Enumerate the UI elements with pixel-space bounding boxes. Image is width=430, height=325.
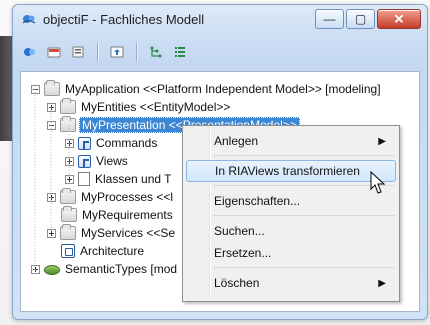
title-bar: objectiF - Fachliches Modell — ▢ ✕	[13, 5, 427, 33]
list-view-button[interactable]	[171, 43, 189, 61]
commands-icon	[78, 136, 91, 150]
tree-item-label: MyProcesses <<l	[81, 190, 174, 204]
folder-icon	[44, 80, 60, 96]
list-view-icon	[175, 47, 185, 57]
properties-icon	[72, 46, 84, 58]
close-button[interactable]: ✕	[377, 9, 421, 29]
properties-button[interactable]	[69, 43, 87, 61]
tree-item-myprocesses[interactable]: MyProcesses <<l	[47, 188, 173, 206]
window-controls: — ▢ ✕	[315, 9, 421, 29]
toolbar	[21, 40, 189, 64]
folder-icon	[60, 188, 76, 204]
class-icon	[78, 172, 90, 186]
refresh-icon	[24, 48, 35, 56]
submenu-arrow-icon: ▶	[378, 135, 386, 147]
app-icon	[21, 11, 37, 27]
menu-separator	[213, 215, 395, 216]
expand-icon[interactable]	[65, 174, 74, 184]
expand-icon[interactable]	[31, 264, 40, 274]
tree-view-button[interactable]	[147, 43, 165, 61]
folder-icon	[60, 116, 76, 132]
semantic-types-icon	[44, 265, 60, 275]
tree-item-myrequirements[interactable]: MyRequirements	[61, 206, 173, 224]
menu-item-label: Löschen	[214, 276, 260, 290]
card-button[interactable]	[45, 43, 63, 61]
menu-item-suchen[interactable]: Suchen...	[186, 220, 396, 242]
tree-view-icon	[150, 46, 162, 58]
menu-item-in-riaviews-transformieren[interactable]: In RIAViews transformieren	[186, 160, 396, 182]
expand-icon[interactable]	[47, 192, 56, 202]
context-menu: Anlegen ▶ In RIAViews transformieren Eig…	[182, 125, 400, 302]
menu-item-label: Anlegen	[214, 134, 259, 148]
tree-item-label: Architecture	[80, 244, 145, 258]
window-title: objectiF - Fachliches Modell	[43, 11, 205, 27]
menu-separator	[213, 185, 395, 186]
tree-item-semantictypes[interactable]: SemanticTypes [mod	[31, 260, 177, 278]
menu-item-eigenschaften[interactable]: Eigenschaften...	[186, 190, 396, 212]
expand-icon[interactable]	[65, 138, 74, 148]
refresh-button[interactable]	[21, 43, 39, 61]
expand-icon[interactable]	[47, 228, 56, 238]
menu-separator	[213, 267, 395, 268]
folder-icon	[61, 206, 77, 222]
card-icon	[47, 47, 61, 58]
maximize-button[interactable]: ▢	[346, 9, 375, 29]
views-icon	[78, 154, 91, 168]
tree-item-architecture[interactable]: Architecture	[61, 242, 144, 260]
tree-item-label: MyApplication <<Platform Independent Mod…	[65, 82, 381, 96]
tree-item-label: MyEntities <<EntityModel>>	[81, 100, 231, 114]
tree-item-label: Views	[96, 154, 128, 168]
tree-item-myapplication[interactable]: MyApplication <<Platform Independent Mod…	[31, 80, 381, 98]
close-icon: ✕	[393, 11, 405, 27]
tree-item-label: Klassen und T	[95, 172, 172, 186]
tree-item-myservices[interactable]: MyServices <<Se	[47, 224, 175, 242]
maximize-icon: ▢	[354, 12, 367, 26]
expand-icon[interactable]	[65, 156, 74, 166]
tree-item-label: MyRequirements	[82, 208, 173, 222]
minimize-button[interactable]: —	[315, 9, 344, 29]
mouse-cursor-icon	[370, 171, 386, 194]
menu-item-label: Ersetzen...	[214, 246, 272, 260]
menu-item-label: In RIAViews transformieren	[215, 164, 360, 178]
collapse-icon[interactable]	[47, 120, 56, 130]
up-button[interactable]	[108, 43, 126, 61]
up-icon	[110, 46, 124, 58]
menu-separator	[213, 155, 395, 156]
toolbar-separator	[97, 43, 98, 61]
tree-item-label: MyServices <<Se	[81, 226, 176, 240]
menu-item-loeschen[interactable]: Löschen ▶	[186, 272, 396, 294]
tree-item-klassen[interactable]: Klassen und T	[65, 170, 172, 188]
menu-item-label: Suchen...	[214, 224, 265, 238]
submenu-arrow-icon: ▶	[378, 277, 386, 289]
folder-icon	[60, 224, 76, 240]
folder-icon	[60, 98, 76, 114]
tree-item-views[interactable]: Views	[65, 152, 128, 170]
toolbar-separator	[136, 43, 137, 61]
collapse-icon[interactable]	[31, 84, 40, 94]
menu-item-label: Eigenschaften...	[214, 194, 301, 208]
minimize-icon: —	[323, 12, 336, 26]
tree-item-label: SemanticTypes [mod	[65, 262, 178, 276]
menu-item-ersetzen[interactable]: Ersetzen...	[186, 242, 396, 264]
menu-item-anlegen[interactable]: Anlegen ▶	[186, 130, 396, 152]
architecture-icon	[61, 244, 75, 258]
tree-item-commands[interactable]: Commands	[65, 134, 157, 152]
tree-item-myentities[interactable]: MyEntities <<EntityModel>>	[47, 98, 230, 116]
expand-icon[interactable]	[47, 102, 56, 112]
tree-item-label: Commands	[96, 136, 158, 150]
